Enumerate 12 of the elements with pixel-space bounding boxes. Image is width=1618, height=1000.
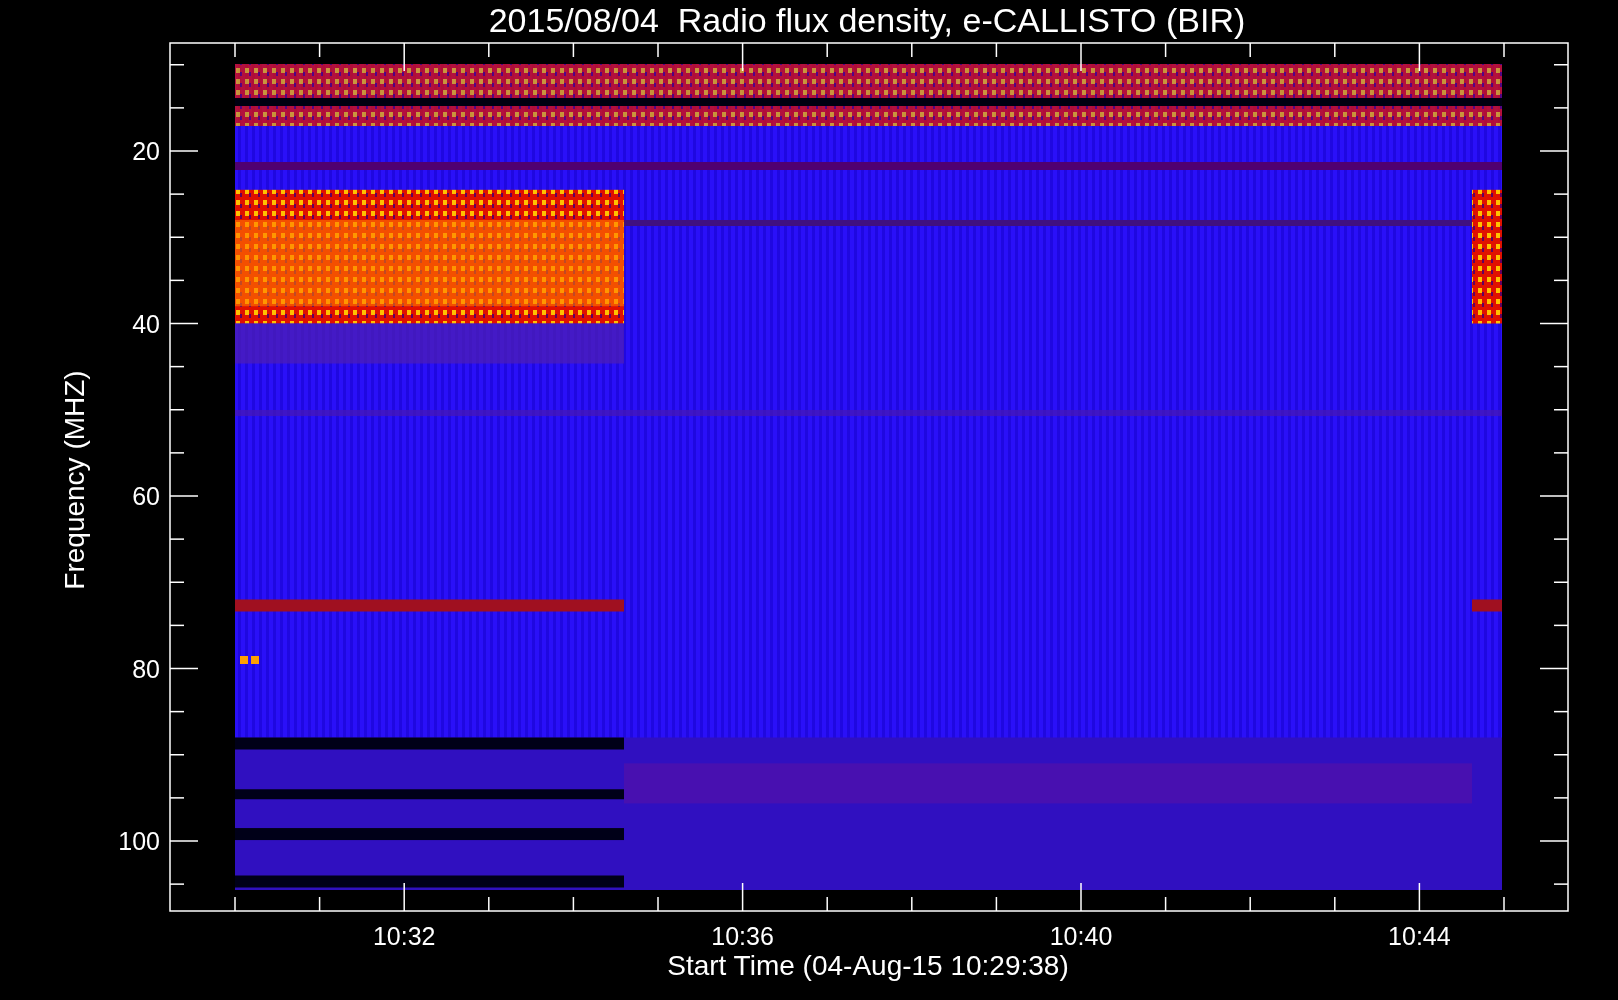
tick-label: 100	[118, 827, 160, 855]
tick-label: 10:36	[711, 922, 774, 950]
axis-label: Frequency (MHZ)	[59, 370, 90, 590]
chart-title: 2015/08/04 Radio flux density, e-CALLISTO (BIR)	[488, 1, 1246, 39]
tick-label: 60	[132, 482, 160, 510]
tick-label: 20	[132, 137, 160, 165]
tick-label: 40	[132, 309, 160, 338]
axis-label: Start Time (04-Aug-15 10:29:38)	[667, 950, 1069, 981]
tick-label: 80	[132, 654, 160, 683]
tick-label: 10:44	[1388, 922, 1451, 950]
tick-label: 10:40	[1049, 922, 1113, 950]
tick-label: 10:32	[372, 922, 436, 950]
